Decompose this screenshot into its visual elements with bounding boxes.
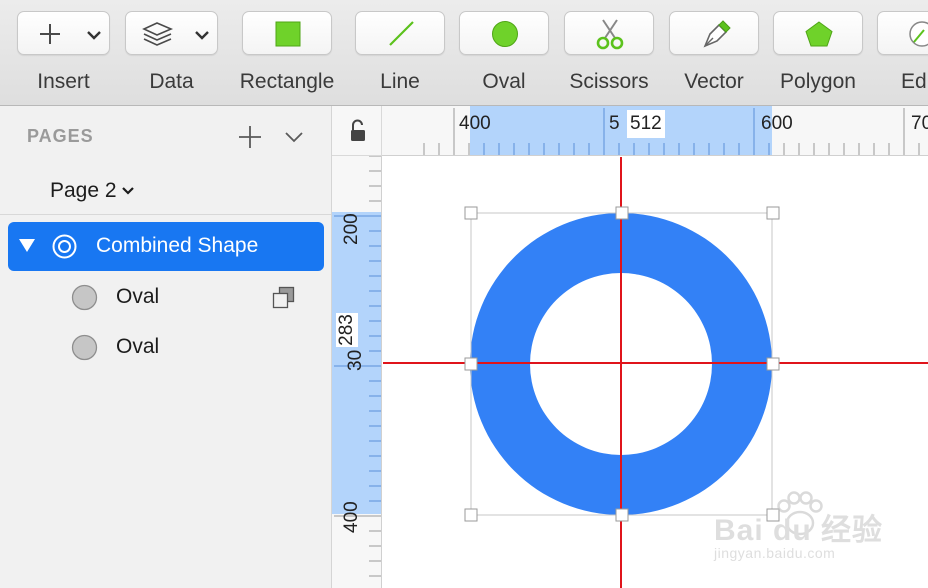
resize-handle-top[interactable]	[615, 206, 629, 220]
layers-sidebar: PAGES Page 2 Combined Shape Oval Oval	[0, 106, 332, 588]
data-button[interactable]	[125, 11, 218, 55]
cursor-y-readout: 283	[336, 313, 358, 347]
layers-icon	[142, 22, 174, 46]
scissors-label: Scissors	[569, 70, 649, 93]
layer-oval[interactable]: Oval	[8, 273, 324, 322]
oval-button[interactable]	[459, 11, 549, 55]
design-canvas[interactable]: Bai du 经验 jingyan.baidu.com	[383, 157, 928, 588]
add-page-icon[interactable]	[237, 124, 263, 150]
combined-shape-icon	[52, 234, 77, 259]
page-selector[interactable]: Page 2	[50, 179, 135, 203]
insert-label: Insert	[37, 70, 90, 93]
line-label: Line	[380, 70, 420, 93]
oval-layer-icon	[71, 284, 98, 311]
resize-handle-right[interactable]	[766, 357, 780, 371]
horizontal-ruler[interactable]: 400 5 512 600 70	[382, 106, 928, 156]
ruler-corner[interactable]	[332, 106, 382, 156]
watermark-brand: Bai du 经验	[714, 514, 884, 547]
chevron-down-icon	[195, 31, 209, 40]
pentagon-icon	[805, 21, 833, 47]
vector-button[interactable]	[669, 11, 759, 55]
resize-handle-left[interactable]	[464, 357, 478, 371]
boolean-subtract-icon[interactable]	[272, 286, 296, 310]
line-button[interactable]	[355, 11, 445, 55]
current-page-name: Page 2	[50, 179, 117, 202]
layer-name: Oval	[116, 335, 160, 358]
rectangle-label: Rectangle	[239, 70, 335, 93]
data-label: Data	[149, 70, 194, 93]
chevron-down-icon	[87, 31, 101, 40]
layer-oval[interactable]: Oval	[8, 323, 324, 372]
disclosure-triangle-icon[interactable]	[18, 236, 36, 254]
scissors-button[interactable]	[564, 11, 654, 55]
resize-handle-bottom[interactable]	[615, 508, 629, 522]
ruler-label-400: 400	[341, 501, 362, 533]
ruler-label-600: 600	[761, 113, 793, 134]
layer-name: Combined Shape	[96, 234, 259, 257]
oval-layer-icon	[71, 334, 98, 361]
layer-name: Oval	[116, 285, 160, 308]
pages-header: PAGES	[27, 126, 94, 146]
watermark: Bai du 经验 jingyan.baidu.com	[708, 487, 908, 567]
scissors-icon	[596, 19, 624, 50]
vertical-ruler[interactable]: 200 30 283 400	[332, 156, 382, 588]
selection-extent-highlight	[470, 106, 772, 155]
vector-label: Vector	[684, 70, 744, 93]
chevron-down-icon[interactable]	[283, 126, 305, 148]
layer-combined-shape[interactable]: Combined Shape	[8, 222, 324, 271]
edit-label: Ed	[901, 70, 927, 93]
plus-icon	[40, 24, 60, 44]
resize-handle-top-right[interactable]	[766, 206, 780, 220]
resize-handle-top-left[interactable]	[464, 206, 478, 220]
cursor-x-readout: 512	[627, 110, 665, 138]
edit-icon	[909, 21, 928, 47]
ruler-label-700: 70	[911, 113, 928, 134]
ruler-label-200: 200	[341, 213, 362, 245]
oval-label: Oval	[482, 70, 526, 93]
resize-handle-bottom-left[interactable]	[464, 508, 478, 522]
toolbar: Insert Data Rectangle Line Oval Scissors…	[0, 0, 928, 106]
unlock-icon[interactable]	[348, 119, 368, 143]
polygon-label: Polygon	[780, 70, 856, 93]
insert-button[interactable]	[17, 11, 110, 55]
rectangle-button[interactable]	[242, 11, 332, 55]
chevron-down-icon	[121, 187, 134, 196]
divider	[0, 214, 331, 215]
ruler-label-400: 400	[459, 113, 491, 134]
polygon-button[interactable]	[773, 11, 863, 55]
rectangle-icon	[275, 21, 301, 47]
pen-icon	[703, 20, 731, 48]
oval-icon	[492, 21, 518, 47]
edit-button[interactable]	[877, 11, 928, 55]
watermark-url: jingyan.baidu.com	[714, 545, 836, 561]
line-icon	[389, 21, 414, 46]
ruler-label-500: 5	[609, 113, 620, 134]
